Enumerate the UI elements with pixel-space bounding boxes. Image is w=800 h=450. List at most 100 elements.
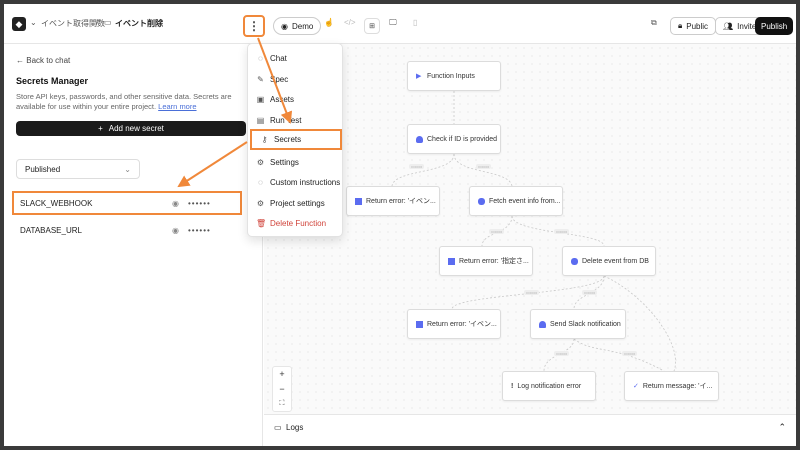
public-button[interactable]: 🔒︎ Public <box>670 17 717 35</box>
logs-bar[interactable]: ▭ Logs ⌃ <box>264 414 796 446</box>
database-icon <box>571 257 578 265</box>
demo-toggle[interactable]: ◉ Demo <box>273 17 322 35</box>
node-label: Log notification error <box>517 382 582 390</box>
node-label: Return error: '指定さ... <box>459 258 529 265</box>
menu-item-label: Spec <box>270 74 289 84</box>
menu-item-chat[interactable]: ◌ Chat <box>248 48 344 68</box>
menu-item-delete-function[interactable]: 🗑︎ Delete Function <box>248 213 344 233</box>
edge-label: ▭▭▭ <box>524 290 540 295</box>
flow-node-function-inputs[interactable]: ▶ Function Inputs <box>407 61 501 91</box>
node-label: Function Inputs <box>427 72 475 80</box>
more-options-button[interactable]: ⋮ <box>243 15 265 37</box>
edge-label: ▭▭▭ <box>409 164 425 169</box>
environment-select[interactable]: Published ⌄ <box>16 159 140 179</box>
back-to-chat-link[interactable]: ← Back to chat <box>16 56 70 65</box>
menu-item-label: Secrets <box>274 135 302 144</box>
node-label: Delete event from DB <box>582 257 649 265</box>
menu-item-label: Chat <box>270 53 287 63</box>
menu-item-secrets[interactable]: ⚷ Secrets <box>250 129 342 150</box>
flow-node-return-error[interactable]: Return error: '指定さ... <box>439 246 533 276</box>
secret-row[interactable]: SLACK_WEBHOOK ◉ •••••• <box>12 191 242 215</box>
eye-icon[interactable]: ◉ <box>172 199 179 208</box>
plus-icon: + <box>98 124 103 133</box>
invite-label: Invite <box>737 21 757 31</box>
flow-node-send-slack[interactable]: Send Slack notification <box>530 309 626 339</box>
flow-node-log-error[interactable]: ! Log notification error <box>502 371 596 401</box>
user-icon <box>416 135 423 143</box>
flow-node-fetch-event[interactable]: Fetch event info from... <box>469 186 563 216</box>
users-icon: 👥︎ <box>723 21 734 31</box>
logs-label: Logs <box>286 423 304 432</box>
image-icon: ▣ <box>256 94 265 104</box>
node-label: Return message: 'イ... <box>642 383 713 390</box>
more-options-menu: ◌ Chat ✎ Spec ▣ Assets ▤ Run Test ⚷ Secrets ⚙… <box>247 43 343 237</box>
secret-row[interactable]: DATABASE_URL ◉ •••••• <box>12 218 240 242</box>
chevron-down-icon[interactable]: ⌄ <box>30 18 37 27</box>
menu-item-assets[interactable]: ▣ Assets <box>248 89 344 109</box>
cursor-icon[interactable]: ☝ <box>324 18 334 27</box>
fit-view-button[interactable]: ⛶ <box>273 397 291 411</box>
play-icon: ▶ <box>416 72 422 80</box>
app-logo-icon[interactable]: ◆ <box>12 17 26 31</box>
menu-item-label: Run Test <box>270 115 302 125</box>
translate-icon[interactable]: ⧉ <box>651 18 657 28</box>
desktop-icon[interactable]: 🖵 <box>389 18 397 28</box>
flow-node-check-id[interactable]: Check if ID is provided <box>407 124 501 154</box>
learn-more-link[interactable]: Learn more <box>158 102 196 111</box>
eye-icon: ◉ <box>281 21 288 31</box>
zoom-in-button[interactable]: + <box>273 367 291 382</box>
edge-label: ▭▭▭ <box>476 164 492 169</box>
menu-item-label: Assets <box>270 94 295 104</box>
menu-item-settings[interactable]: ⚙ Settings <box>248 152 344 172</box>
secret-value-mask: •••••• <box>188 225 211 235</box>
demo-label: Demo <box>291 21 314 31</box>
add-new-secret-button[interactable]: + Add new secret <box>16 121 246 136</box>
node-label: Send Slack notification <box>550 320 621 328</box>
node-label: Return error: 'イベン... <box>366 198 436 205</box>
chat-icon: ◌ <box>258 53 263 63</box>
node-label: Return error: 'イベン... <box>427 321 497 328</box>
eye-icon[interactable]: ◉ <box>172 226 179 235</box>
secret-name: SLACK_WEBHOOK <box>20 198 93 208</box>
zoom-out-button[interactable]: − <box>273 382 291 397</box>
environment-value: Published <box>25 164 61 174</box>
gear-icon: ⚙ <box>256 198 265 208</box>
edge-label: ▭▭▭ <box>622 351 638 356</box>
secrets-panel: ← Back to chat Secrets Manager Store API… <box>4 44 263 446</box>
arrow-left-icon: ← <box>16 56 24 65</box>
file-icon: ▭ <box>104 18 112 27</box>
menu-item-project-settings[interactable]: ⚙ Project settings <box>248 193 344 213</box>
spec-icon: ✎ <box>257 74 264 84</box>
menu-item-label: Custom instructions <box>270 177 341 187</box>
menu-item-run-test[interactable]: ▤ Run Test <box>248 110 344 130</box>
gear-icon: ⚙ <box>256 157 265 167</box>
public-label: Public <box>686 21 709 31</box>
database-icon <box>478 197 485 205</box>
flow-node-return-error[interactable]: Return error: 'イベン... <box>407 309 501 339</box>
mobile-icon[interactable]: ▯ <box>413 18 417 27</box>
check-icon: ✓ <box>633 383 639 390</box>
expand-icon[interactable]: ⌃ <box>778 422 786 433</box>
edge-label: ▭▭▭ <box>489 229 505 234</box>
edge-label: ▭▭▭ <box>582 290 598 295</box>
message-icon: ◌ <box>258 177 263 187</box>
flow-node-return-message[interactable]: ✓ Return message: 'イ... <box>624 371 719 401</box>
code-icon[interactable]: </> <box>344 18 356 27</box>
panel-description-line1: Store API keys, passwords, and other sen… <box>16 92 232 101</box>
menu-item-label: Settings <box>270 157 299 167</box>
publish-button[interactable]: Publish <box>755 17 794 35</box>
zoom-controls: + − ⛶ <box>272 366 292 412</box>
canvas-view-icon[interactable]: ⊞ <box>364 18 380 34</box>
edge-label: ▭▭▭ <box>554 351 570 356</box>
trash-icon: 🗑︎ <box>256 218 267 228</box>
menu-item-spec[interactable]: ✎ Spec <box>248 69 344 89</box>
flow-node-delete-event[interactable]: Delete event from DB <box>562 246 656 276</box>
secret-value-mask: •••••• <box>188 198 211 208</box>
node-label: Check if ID is provided <box>427 135 498 143</box>
chevron-up-icon[interactable]: ⌃ <box>158 18 165 27</box>
menu-item-custom-instructions[interactable]: ◌ Custom instructions <box>248 172 344 192</box>
breadcrumb-current[interactable]: イベント削除 <box>115 18 163 29</box>
node-label: Fetch event info from... <box>489 197 561 205</box>
top-bar: ◆ ⌄ イベント取得関数 / ▭ イベント削除 ⌃ ⋮ ◉ Demo ☝ </> … <box>4 4 796 44</box>
flow-node-return-error[interactable]: Return error: 'イベン... <box>346 186 440 216</box>
